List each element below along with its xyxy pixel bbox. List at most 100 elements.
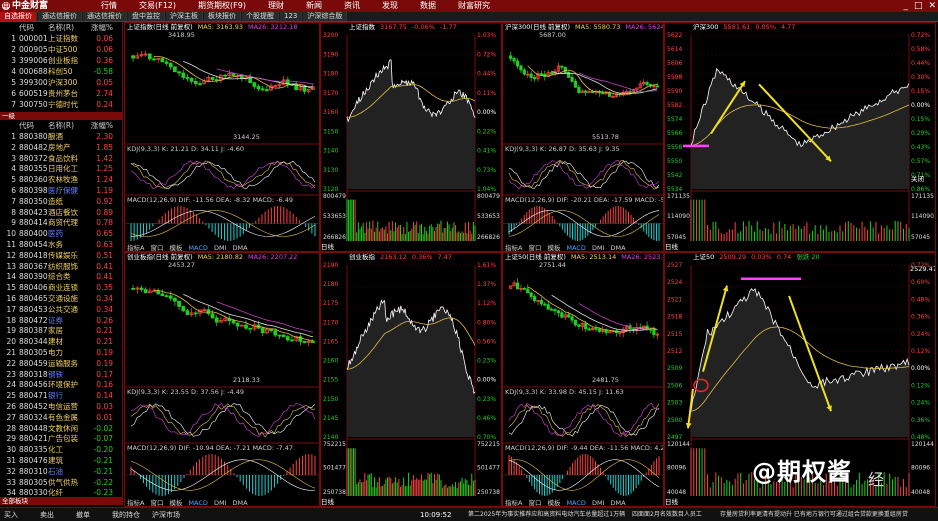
indicator-tab[interactable]: 指标A bbox=[505, 244, 522, 251]
list-item[interactable]: 9 880414 商贸代理 0.78 bbox=[0, 218, 123, 228]
status-button[interactable]: 沪深市场 bbox=[152, 508, 180, 521]
list-item[interactable]: 3 399006 创业板指 0.36 bbox=[0, 56, 123, 66]
list-item[interactable]: 17 880453 公共交通 0.34 bbox=[0, 305, 123, 315]
list-item[interactable]: 26 880452 电信运营 0.03 bbox=[0, 402, 123, 412]
indicator-tab[interactable]: 窗口 bbox=[150, 244, 163, 251]
list-item[interactable]: 2 000905 中证500 0.06 bbox=[0, 45, 123, 55]
indicator-tab[interactable]: 模板 bbox=[169, 499, 182, 506]
minimize-icon[interactable]: _ bbox=[903, 0, 908, 12]
list-item[interactable]: 6 880398 医疗保健 1.19 bbox=[0, 186, 123, 196]
tab[interactable]: 沪深综合版 bbox=[303, 12, 348, 21]
daily-tab[interactable]: 日线 bbox=[665, 243, 678, 251]
menu-item[interactable]: 资讯 bbox=[333, 0, 371, 12]
indicator-tab[interactable]: 窗口 bbox=[150, 499, 163, 506]
menu-item[interactable]: 数据 bbox=[409, 0, 447, 12]
list-item[interactable]: 5 399300 沪深300 0.05 bbox=[0, 78, 123, 88]
status-button[interactable]: 我的持仓 bbox=[112, 508, 140, 521]
list-item[interactable]: 3 880372 食品饮料 1.42 bbox=[0, 154, 123, 164]
list-item[interactable]: 15 880406 商业连锁 0.35 bbox=[0, 283, 123, 293]
intraday-chart-sh_tline[interactable]: 3200 3190 3180 3170 3160 3150 3140 3130 3120 1.03… bbox=[320, 22, 502, 252]
list-item[interactable]: 5 880360 农林牧渔 1.24 bbox=[0, 175, 123, 185]
intraday-chart-cyb_tline[interactable]: 2190 2180 2175 2170 2165 2160 2155 2150 2145 2140… bbox=[320, 252, 502, 507]
tab[interactable]: 通达信报价 bbox=[83, 12, 127, 21]
list-item[interactable]: 10 880400 医药 0.65 bbox=[0, 229, 123, 239]
daily-tab[interactable]: 日线 bbox=[321, 498, 334, 506]
list-item[interactable]: 21 880305 电力 0.19 bbox=[0, 348, 123, 358]
indicator-tab[interactable]: MACD bbox=[188, 244, 207, 251]
list-item[interactable]: 12 880418 传媒娱乐 0.51 bbox=[0, 251, 123, 261]
menu-item[interactable]: 行情 bbox=[90, 0, 128, 12]
list-item[interactable]: 30 880335 化工 -0.20 bbox=[0, 445, 123, 455]
indicator-tab[interactable]: 窗口 bbox=[528, 244, 541, 251]
kline-chart-hs300_kline[interactable]: 沪深300(日线 前复权) MA5: 5580.73 MA26: 5624.53 56… bbox=[502, 22, 664, 252]
list-item[interactable]: 1 880380 酿酒 2.30 bbox=[0, 132, 123, 142]
kline-chart-sz50_kline[interactable]: 上证50(日线 前复权) MA5: 2513.14 MA26: 2523.61 275… bbox=[502, 252, 664, 507]
indicator-tab[interactable]: MACD bbox=[566, 244, 585, 251]
tab[interactable]: 自选报价 bbox=[0, 12, 37, 21]
tab[interactable]: 通达信报价 bbox=[38, 12, 82, 21]
list-item[interactable]: 27 880324 有色金属 0.01 bbox=[0, 413, 123, 423]
indicator-tab[interactable]: DMA bbox=[232, 244, 247, 251]
list-item[interactable]: 19 880387 家居 0.21 bbox=[0, 326, 123, 336]
menu-item[interactable]: 理财 bbox=[257, 0, 295, 12]
list-item[interactable]: 4 000688 科创50 -0.58 bbox=[0, 67, 123, 77]
list-item[interactable]: 8 880423 酒店餐饮 0.89 bbox=[0, 208, 123, 218]
indicator-tab[interactable]: DMI bbox=[592, 499, 605, 506]
indicator-tab[interactable]: DMA bbox=[232, 499, 247, 506]
indicator-tab[interactable]: DMI bbox=[214, 244, 227, 251]
indicator-tab[interactable]: MACD bbox=[188, 499, 207, 506]
menu-item[interactable]: 财富研究 bbox=[447, 0, 501, 12]
maximize-icon[interactable]: □ bbox=[914, 0, 923, 12]
status-button[interactable]: 买入 bbox=[4, 508, 18, 521]
tab[interactable]: 板块报价 bbox=[204, 12, 241, 21]
indicator-tab[interactable]: 模板 bbox=[547, 499, 560, 506]
list-item[interactable]: 18 880472 证券 0.26 bbox=[0, 316, 123, 326]
indicator-tab[interactable]: DMA bbox=[610, 499, 625, 506]
tab[interactable]: 盘中监控 bbox=[128, 12, 165, 21]
list-item[interactable]: 33 880305 供气供热 -0.22 bbox=[0, 478, 123, 488]
list-item[interactable]: 25 880471 银行 0.14 bbox=[0, 391, 123, 401]
close-label[interactable]: 关闭 bbox=[911, 175, 924, 184]
kline-chart-sh_kline[interactable]: 上证指数(日线 前复权) MA5: 3163.93 MA26: 3212.18 341… bbox=[124, 22, 320, 252]
tab[interactable]: 个股提醒 bbox=[242, 12, 279, 21]
menu-item[interactable]: 期货期权(F9) bbox=[187, 0, 257, 12]
list-item[interactable]: 23 880318 钢铁 0.17 bbox=[0, 370, 123, 380]
indicator-tab[interactable]: DMA bbox=[610, 244, 625, 251]
indicator-tab[interactable]: MACD bbox=[566, 499, 585, 506]
indicator-tab[interactable]: DMI bbox=[214, 499, 227, 506]
menu-item[interactable]: 新闻 bbox=[295, 0, 333, 12]
indicator-tab[interactable]: 模板 bbox=[547, 244, 560, 251]
tab[interactable]: 沪深主板 bbox=[166, 12, 203, 21]
list-item[interactable]: 16 880465 交通设施 0.34 bbox=[0, 294, 123, 304]
list-item[interactable]: 24 880456 环境保护 0.16 bbox=[0, 380, 123, 390]
list-item[interactable]: 1 000001 上证指数 0.06 bbox=[0, 34, 123, 44]
list-item[interactable]: 4 880355 日用化工 1.25 bbox=[0, 164, 123, 174]
list-item[interactable]: 2 880482 房地产 1.85 bbox=[0, 143, 123, 153]
news-ticker[interactable]: 存量房贷利率更清有提动升 已有地方银行可通过组合贷款更换重组房贷 bbox=[720, 508, 908, 521]
indicator-tab[interactable]: 指标A bbox=[127, 499, 144, 506]
daily-tab[interactable]: 日线 bbox=[321, 243, 334, 251]
intraday-chart-hs300_tline[interactable]: 5622 5614 5606 5598 5590 5582 5574 5566 5558 5550… bbox=[664, 22, 936, 252]
list-item[interactable]: 31 880476 建筑 -0.21 bbox=[0, 456, 123, 466]
list-item[interactable]: 32 880310 石油 -0.21 bbox=[0, 467, 123, 477]
list-item[interactable]: 20 880344 建材 0.21 bbox=[0, 337, 123, 347]
indicator-tab[interactable]: 模板 bbox=[169, 244, 182, 251]
menu-item[interactable]: 发现 bbox=[371, 0, 409, 12]
list-item[interactable]: 11 880454 水务 0.63 bbox=[0, 240, 123, 250]
list-item[interactable]: 7 300750 宁德时代 0.24 bbox=[0, 100, 123, 110]
menu-item[interactable]: 交易(F12) bbox=[128, 0, 187, 12]
list-item[interactable]: 22 880459 运输服务 0.19 bbox=[0, 359, 123, 369]
indicator-tab[interactable]: DMI bbox=[592, 244, 605, 251]
news-ticker[interactable]: 第二2025年为事实推荐应和高资料电动汽车总量超过1万辆 bbox=[468, 508, 625, 521]
list-item[interactable]: 13 880367 纺织服饰 0.41 bbox=[0, 262, 123, 272]
indicator-tab[interactable]: 窗口 bbox=[528, 499, 541, 506]
list-item[interactable]: 28 880448 文教休闲 -0.02 bbox=[0, 424, 123, 434]
news-ticker[interactable]: 四面面2月名效数目人员工 bbox=[632, 508, 702, 521]
close-icon[interactable]: ✕ bbox=[928, 0, 936, 12]
list-item[interactable]: 14 880390 综合类 0.41 bbox=[0, 272, 123, 282]
daily-tab[interactable]: 日线 bbox=[665, 498, 678, 506]
kline-chart-cyb_kline[interactable]: 创业板指(日线 前复权) MA5: 2180.82 MA26: 2207.22 245… bbox=[124, 252, 320, 507]
list-item[interactable]: 29 880421 广告包装 -0.07 bbox=[0, 434, 123, 444]
list-item[interactable]: 7 880350 造纸 0.92 bbox=[0, 197, 123, 207]
sector-filter-tag[interactable]: 全部板块 bbox=[0, 497, 123, 505]
